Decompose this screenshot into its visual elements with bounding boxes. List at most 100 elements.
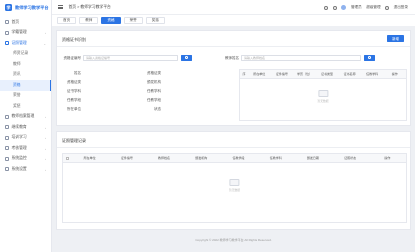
nav-item-settings[interactable]: 系统设置 › <box>0 164 51 175</box>
column-header: 操作 <box>391 72 398 76</box>
sub-item-teacher[interactable]: 教师 <box>0 59 51 70</box>
field-label: 任教学段 <box>147 98 161 102</box>
sub-item-records[interactable]: 师资记录 <box>0 49 51 60</box>
empty-text: 暂无数据 <box>228 187 241 192</box>
field-label: 状态 <box>154 107 161 111</box>
tab-teacher[interactable]: 教师 <box>79 17 99 24</box>
column-header: 证书类型 <box>321 72 334 76</box>
column-header: 颁发机构 <box>195 156 208 160</box>
table-header: 序 所在单位 证件编号 学历（位） 证书类型 证书名称 任教学科 操作 <box>240 70 406 79</box>
add-button[interactable]: 新增 <box>387 35 404 42</box>
chevron-right-icon: › <box>45 115 46 119</box>
tab-home[interactable]: 首页 <box>57 17 77 24</box>
nav-item-home[interactable]: 首页 <box>0 17 51 28</box>
chevron-right-icon: › <box>45 136 46 140</box>
select-all-checkbox[interactable] <box>63 154 71 162</box>
checkbox-icon <box>65 156 69 160</box>
field-label: 所在单位 <box>67 107 81 111</box>
menu-toggle-icon[interactable] <box>58 5 63 9</box>
nav-item-status[interactable]: 学籍管理 › <box>0 28 51 39</box>
avatar[interactable] <box>341 5 347 10</box>
nav-label: 学籍管理 <box>11 30 27 35</box>
folder-icon <box>5 114 9 119</box>
column-header: 所在单位 <box>253 72 266 76</box>
search-label: 教师姓名 <box>225 56 239 60</box>
chevron-right-icon: › <box>45 125 46 130</box>
qualification-card: 资格证书识别 新增 资格证编号 请输入资格证编号 姓名 资格证类 证书学科 任教… <box>56 30 411 126</box>
logo-mark: 学 <box>5 4 12 11</box>
monitor-icon <box>5 156 9 161</box>
empty-text: 暂无数据 <box>317 98 329 103</box>
chevron-right-icon: › <box>45 146 46 151</box>
nav-label: 教师档案管理 <box>11 114 35 119</box>
nav-item-certificates[interactable]: 证照管理 ⌄ <box>0 38 51 49</box>
search-button[interactable] <box>181 54 192 61</box>
footer-copyright: Copyright © 2022 教师学习教学平台 All Rights Res… <box>195 238 272 242</box>
chevron-right-icon: › <box>45 157 46 161</box>
search-icon <box>185 56 188 59</box>
teacher-search-input[interactable]: 请输入教师姓名 <box>241 54 361 61</box>
field-label: 资格证类 <box>67 80 81 84</box>
field-label: 任教学段 <box>67 98 81 102</box>
user-role: 超级管理 <box>366 5 381 9</box>
empty-box-icon <box>317 90 328 97</box>
search-icon <box>368 56 371 59</box>
sub-item-info[interactable]: 资讯 <box>0 70 51 81</box>
sub-item-qualification[interactable]: 资格 <box>0 80 51 91</box>
nav-label: 考核管理 <box>11 145 27 150</box>
sub-item-honor[interactable]: 荣誉 <box>0 91 51 102</box>
certificate-search-input[interactable]: 请输入资格证编号 <box>83 54 178 61</box>
nav-menu: 首页 学籍管理 › 证照管理 ⌄ 师资记录 教师 资讯 资格 荣誉 奖惩 教师档案管… <box>0 17 51 175</box>
field-label: 任教学科 <box>147 89 161 93</box>
column-header: 颁发日期 <box>306 156 319 160</box>
column-header: 任教学段 <box>232 156 245 160</box>
fullscreen-icon[interactable] <box>324 5 329 10</box>
column-header: 教师姓名 <box>158 156 171 160</box>
column-header: 证照状态 <box>344 156 357 160</box>
card-title: 资格证书识别 <box>62 37 86 42</box>
column-header: 所在单位 <box>83 156 96 160</box>
field-label: 资格证类 <box>147 71 161 75</box>
empty-box-icon <box>229 179 240 186</box>
bell-icon[interactable] <box>332 5 337 10</box>
column-header: 学历（位） <box>296 72 312 76</box>
divider <box>57 147 410 148</box>
nav-label: 继续教育 <box>11 124 27 129</box>
power-icon[interactable] <box>385 5 390 10</box>
sidebar: 学 教师学习教学平台 首页 学籍管理 › 证照管理 ⌄ 师资记录 教师 资讯 资格 … <box>0 0 52 252</box>
column-header: 序 <box>242 72 246 76</box>
nav-item-assessment[interactable]: 考核管理 › <box>0 143 51 154</box>
divider <box>57 46 410 47</box>
column-header: 证件编号 <box>275 72 288 76</box>
book-icon <box>5 125 9 130</box>
chevron-right-icon: › <box>45 167 46 172</box>
logout-button[interactable]: 退出登录 <box>394 5 408 10</box>
column-header: 任教学科 <box>269 156 282 160</box>
home-icon <box>5 20 9 25</box>
card-title: 证照管理记录 <box>62 138 86 143</box>
tab-reward[interactable]: 奖惩 <box>145 17 165 24</box>
topbar: 首页 > 教师学习教学平台 管理员 超级管理 退出登录 <box>52 0 415 15</box>
tab-honor[interactable]: 荣誉 <box>123 17 143 24</box>
tab-bar: 首页 教师 资格 荣誉 奖惩 <box>52 15 415 26</box>
breadcrumb: 首页 > 教师学习教学平台 <box>68 4 111 9</box>
user-name[interactable]: 管理员 <box>351 5 362 10</box>
nav-item-monitor[interactable]: 系统监控 › <box>0 154 51 165</box>
chevron-down-icon: ⌄ <box>43 41 46 46</box>
nav-item-education[interactable]: 继续教育 › <box>0 122 51 133</box>
column-header: 证书名称 <box>343 72 356 76</box>
search-button[interactable] <box>364 54 375 61</box>
column-header: 操作 <box>384 156 391 160</box>
nav-item-training[interactable]: 培训学习 › <box>0 133 51 144</box>
nav-label: 首页 <box>11 19 20 24</box>
nav-item-archive[interactable]: 教师档案管理 › <box>0 112 51 123</box>
field-label: 颁发机构 <box>147 80 161 84</box>
sub-item-reward[interactable]: 奖惩 <box>0 101 51 112</box>
topbar-right: 管理员 超级管理 退出登录 <box>324 0 408 15</box>
column-header: 任教学科 <box>366 72 379 76</box>
certificate-icon <box>5 41 9 46</box>
training-icon <box>5 135 9 140</box>
tab-qualification[interactable]: 资格 <box>101 17 121 24</box>
chart-icon <box>5 146 9 151</box>
empty-state: 暂无数据 <box>229 179 240 192</box>
